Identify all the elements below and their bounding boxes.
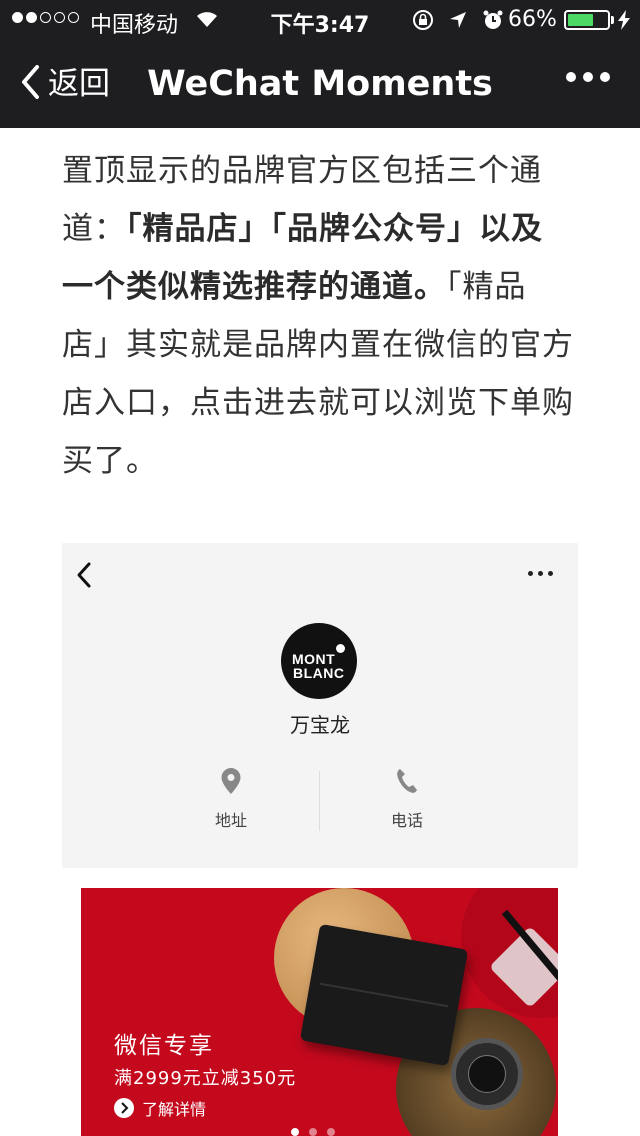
brand-name: 万宝龙 [290, 713, 350, 737]
rotation-lock-icon [412, 9, 434, 37]
divider [319, 771, 320, 831]
article-body: 置顶显示的品牌官方区包括三个通 道：「精品店」「品牌公众号」以及 一个类似精选推… [62, 142, 582, 490]
battery-percentage: 66% [508, 7, 557, 32]
brand-logo: MONT BLANC [281, 623, 357, 699]
promo-banner[interactable]: 微信专享 满2999元立减350元 了解详情 [81, 888, 558, 1136]
address-button[interactable]: 地址 [171, 767, 291, 831]
charging-icon [617, 10, 631, 36]
wallet-image [299, 923, 469, 1067]
chevron-left-icon[interactable] [76, 561, 92, 593]
banner-promo-text: 满2999元立减350元 [114, 1068, 297, 1089]
watch-image [451, 1038, 523, 1110]
location-arrow-icon [448, 10, 468, 36]
banner-title: 微信专享 [114, 1033, 214, 1059]
article-text: 道： [62, 211, 126, 247]
phone-icon [395, 769, 419, 799]
logo-text: BLANC [293, 665, 345, 681]
location-pin-icon [220, 768, 242, 799]
article-line: 店」其实就是品牌内置在微信的官方 [62, 327, 574, 363]
address-label: 地址 [214, 811, 247, 830]
pager-dot[interactable] [291, 1128, 299, 1136]
article-line: 买了。 [62, 443, 158, 479]
learn-more-label: 了解详情 [142, 1100, 207, 1119]
more-options-icon[interactable] [528, 571, 553, 576]
learn-more-link[interactable]: 了解详情 [114, 1096, 206, 1120]
article-line: 置顶显示的品牌官方区包括三个通 [62, 153, 542, 189]
page-title: WeChat Moments [147, 64, 493, 104]
article-text: 「精品 [446, 269, 527, 305]
article-bold-text: 一个类似精选推荐的通道。 [62, 269, 446, 305]
battery-icon [564, 10, 610, 30]
chevron-right-icon [114, 1098, 134, 1118]
alarm-icon [482, 9, 504, 37]
article-bold-text: 「精品店」「品牌公众号」以及 [126, 211, 543, 247]
navigation-bar: 返回 WeChat Moments [0, 40, 640, 128]
brand-zone-screenshot: MONT BLANC 万宝龙 地址 电话 [62, 543, 578, 868]
article-line: 道：「精品店」「品牌公众号」以及 [62, 200, 582, 258]
more-options-button[interactable] [566, 72, 610, 82]
status-bar: 中国移动 下午3:47 66% [0, 0, 640, 40]
pager-dot[interactable] [309, 1128, 317, 1136]
phone-button[interactable]: 电话 [347, 767, 467, 831]
top-bar: 中国移动 下午3:47 66% 返回 WeChat Moments [0, 0, 640, 128]
pager-dot[interactable] [327, 1128, 335, 1136]
logo-star-icon [336, 644, 345, 653]
article-line: 店入口，点击进去就可以浏览下单购 [62, 385, 574, 421]
carousel-pager [291, 1128, 335, 1136]
phone-label: 电话 [390, 811, 423, 830]
article-line: 一个类似精选推荐的通道。「精品 [62, 258, 582, 316]
